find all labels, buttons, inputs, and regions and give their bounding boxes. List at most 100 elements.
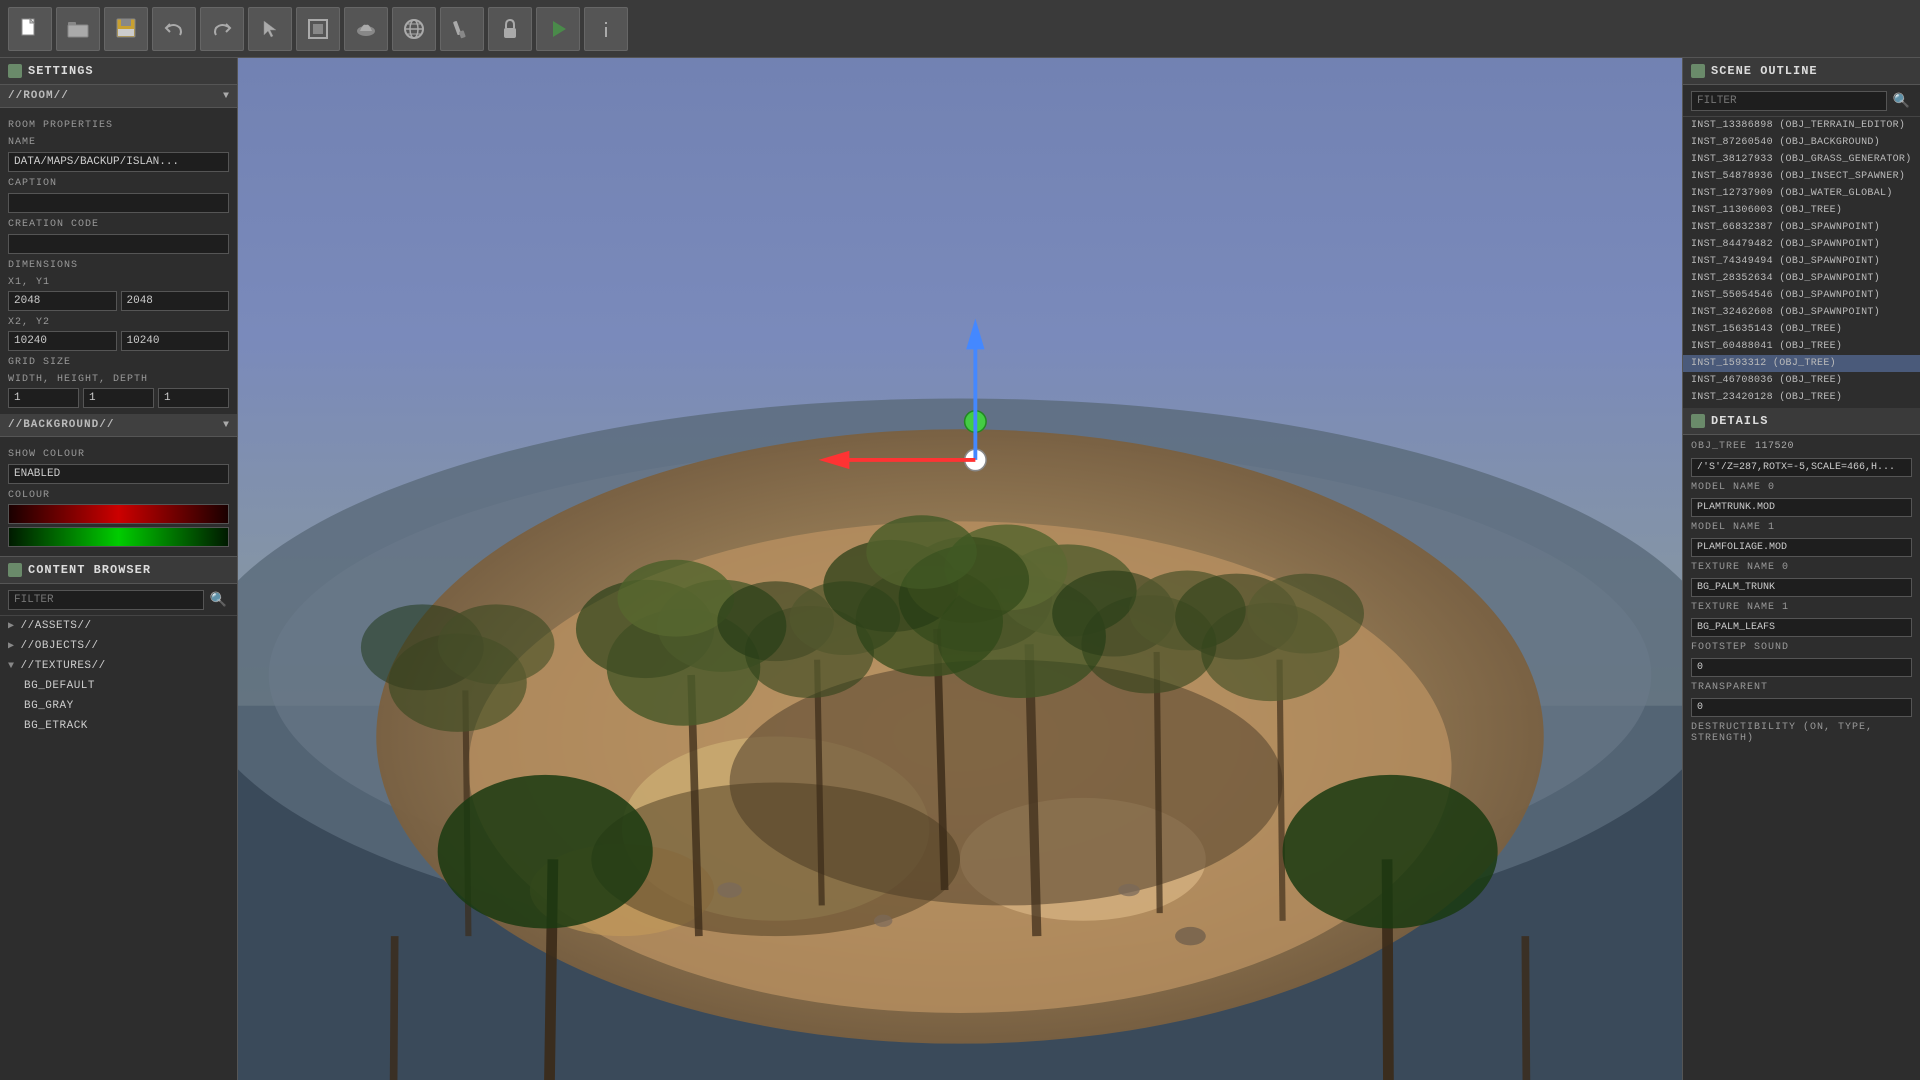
model-name-0-label: MODEL NAME 0 bbox=[1691, 482, 1912, 493]
outline-item-10[interactable]: INST_55054546 (OBJ_SPAWNPOINT) bbox=[1683, 287, 1920, 304]
save-file-btn[interactable] bbox=[104, 7, 148, 51]
tree-item-assets[interactable]: ▶ //ASSETS// bbox=[0, 616, 237, 636]
info-btn[interactable] bbox=[584, 7, 628, 51]
outline-item-1[interactable]: INST_87260540 (OBJ_BACKGROUND) bbox=[1683, 134, 1920, 151]
lock-btn[interactable] bbox=[488, 7, 532, 51]
creation-code-details-input[interactable] bbox=[1691, 458, 1912, 477]
room-header-label: //ROOM// bbox=[8, 90, 69, 102]
details-title: DETAILS bbox=[1711, 414, 1768, 428]
viewport[interactable] bbox=[238, 58, 1682, 1080]
outline-item-16[interactable]: INST_23420128 (OBJ_TREE) bbox=[1683, 389, 1920, 406]
creation-code-label: CREATION CODE bbox=[8, 219, 229, 230]
outline-item-7[interactable]: INST_84479482 (OBJ_SPAWNPOINT) bbox=[1683, 236, 1920, 253]
outline-item-3[interactable]: INST_54878936 (OBJ_INSECT_SPAWNER) bbox=[1683, 168, 1920, 185]
outline-item-6[interactable]: INST_66832387 (OBJ_SPAWNPOINT) bbox=[1683, 219, 1920, 236]
depth-input[interactable] bbox=[158, 388, 229, 408]
bg-gray-label: BG_GRAY bbox=[24, 700, 74, 712]
right-panel: SCENE OUTLINE 🔍 INST_13386898 (OBJ_TERRA… bbox=[1682, 58, 1920, 1080]
new-file-btn[interactable] bbox=[8, 7, 52, 51]
content-browser-icon bbox=[8, 563, 22, 577]
creation-code-input[interactable] bbox=[8, 234, 229, 254]
terrain-btn[interactable] bbox=[344, 7, 388, 51]
outline-item-14[interactable]: INST_1593312 (OBJ_TREE) bbox=[1683, 355, 1920, 372]
x1-input[interactable] bbox=[8, 291, 117, 311]
model-name-1-input[interactable] bbox=[1691, 538, 1912, 557]
play-btn[interactable] bbox=[536, 7, 580, 51]
content-browser-title: CONTENT BROWSER bbox=[28, 563, 151, 577]
texture-name-0-label: TEXTURE NAME 0 bbox=[1691, 562, 1912, 573]
outline-item-13[interactable]: INST_60488041 (OBJ_TREE) bbox=[1683, 338, 1920, 355]
transparent-input[interactable] bbox=[1691, 698, 1912, 717]
width-input[interactable] bbox=[8, 388, 79, 408]
content-browser-search-btn[interactable]: 🔍 bbox=[208, 589, 229, 610]
paint-btn[interactable] bbox=[440, 7, 484, 51]
texture-name-1-label: TEXTURE NAME 1 bbox=[1691, 602, 1912, 613]
outline-item-12[interactable]: INST_15635143 (OBJ_TREE) bbox=[1683, 321, 1920, 338]
outline-item-2[interactable]: INST_38127933 (OBJ_GRASS_GENERATOR) bbox=[1683, 151, 1920, 168]
open-file-btn[interactable] bbox=[56, 7, 100, 51]
toolbar bbox=[0, 0, 1920, 58]
texture-name-0-input[interactable] bbox=[1691, 578, 1912, 597]
outline-item-5[interactable]: INST_11306003 (OBJ_TREE) bbox=[1683, 202, 1920, 219]
settings-header: SETTINGS bbox=[0, 58, 237, 85]
bg-etrack-label: BG_ETRACK bbox=[24, 720, 88, 732]
left-panel: SETTINGS //ROOM// ▼ ROOM PROPERTIES NAME… bbox=[0, 58, 238, 1080]
outline-item-4[interactable]: INST_12737909 (OBJ_WATER_GLOBAL) bbox=[1683, 185, 1920, 202]
outline-item-0[interactable]: INST_13386898 (OBJ_TERRAIN_EDITOR) bbox=[1683, 117, 1920, 134]
outline-item-9[interactable]: INST_28352634 (OBJ_SPAWNPOINT) bbox=[1683, 270, 1920, 287]
obj-tree-id: 117520 bbox=[1755, 441, 1794, 452]
background-header-label: //BACKGROUND// bbox=[8, 419, 114, 431]
scene-outline-filter[interactable] bbox=[1691, 91, 1887, 111]
footstep-sound-input[interactable] bbox=[1691, 658, 1912, 677]
select-btn[interactable] bbox=[248, 7, 292, 51]
show-colour-input[interactable] bbox=[8, 464, 229, 484]
grid-size-label: GRID SIZE bbox=[8, 357, 229, 368]
room-section-header[interactable]: //ROOM// ▼ bbox=[0, 85, 237, 108]
name-label: NAME bbox=[8, 137, 229, 148]
whd-row bbox=[8, 388, 229, 408]
height-input[interactable] bbox=[83, 388, 154, 408]
redo-btn[interactable] bbox=[200, 7, 244, 51]
details-content: OBJ_TREE 117520 MODEL NAME 0 MODEL NAME … bbox=[1683, 435, 1920, 753]
main-area: SETTINGS //ROOM// ▼ ROOM PROPERTIES NAME… bbox=[0, 58, 1920, 1080]
tree-item-bg-default[interactable]: BG_DEFAULT bbox=[0, 676, 237, 696]
outline-item-15[interactable]: INST_46708036 (OBJ_TREE) bbox=[1683, 372, 1920, 389]
tree-item-bg-gray[interactable]: BG_GRAY bbox=[0, 696, 237, 716]
name-input[interactable] bbox=[8, 152, 229, 172]
scene-outline-list: INST_13386898 (OBJ_TERRAIN_EDITOR) INST_… bbox=[1683, 117, 1920, 406]
content-browser-header: CONTENT BROWSER bbox=[0, 556, 237, 584]
content-browser-filter[interactable] bbox=[8, 590, 204, 610]
objects-arrow: ▶ bbox=[8, 640, 15, 652]
model-name-0-input[interactable] bbox=[1691, 498, 1912, 517]
stack-btn[interactable] bbox=[296, 7, 340, 51]
background-section-header[interactable]: //BACKGROUND// ▼ bbox=[0, 414, 237, 437]
scene-outline-search-btn[interactable]: 🔍 bbox=[1891, 90, 1912, 111]
y2-input[interactable] bbox=[121, 331, 230, 351]
tree-item-bg-etrack[interactable]: BG_ETRACK bbox=[0, 716, 237, 736]
y1-input[interactable] bbox=[121, 291, 230, 311]
objects-label: //OBJECTS// bbox=[21, 640, 99, 652]
details-header: DETAILS bbox=[1683, 408, 1920, 435]
background-collapse-arrow: ▼ bbox=[223, 420, 229, 431]
destructibility-label: DESTRUCTIBILITY (ON, TYPE, STRENGTH) bbox=[1691, 722, 1912, 744]
room-collapse-arrow: ▼ bbox=[223, 91, 229, 102]
x2-input[interactable] bbox=[8, 331, 117, 351]
undo-btn[interactable] bbox=[152, 7, 196, 51]
assets-arrow: ▶ bbox=[8, 620, 15, 632]
textures-arrow: ▼ bbox=[8, 661, 15, 672]
scene-outline-title: SCENE OUTLINE bbox=[1711, 64, 1818, 78]
transparent-label: TRANSPARENT bbox=[1691, 682, 1912, 693]
color-bar-red[interactable] bbox=[8, 504, 229, 524]
outline-item-8[interactable]: INST_74349494 (OBJ_SPAWNPOINT) bbox=[1683, 253, 1920, 270]
tree-item-textures[interactable]: ▼ //TEXTURES// bbox=[0, 656, 237, 676]
globe-btn[interactable] bbox=[392, 7, 436, 51]
x2y2-row bbox=[8, 331, 229, 351]
caption-input[interactable] bbox=[8, 193, 229, 213]
texture-name-1-input[interactable] bbox=[1691, 618, 1912, 637]
tree-item-objects[interactable]: ▶ //OBJECTS// bbox=[0, 636, 237, 656]
whd-label: WIDTH, HEIGHT, DEPTH bbox=[8, 374, 229, 385]
details-icon bbox=[1691, 414, 1705, 428]
color-bar-green[interactable] bbox=[8, 527, 229, 547]
outline-item-11[interactable]: INST_32462608 (OBJ_SPAWNPOINT) bbox=[1683, 304, 1920, 321]
colour-label: COLOUR bbox=[8, 490, 229, 501]
